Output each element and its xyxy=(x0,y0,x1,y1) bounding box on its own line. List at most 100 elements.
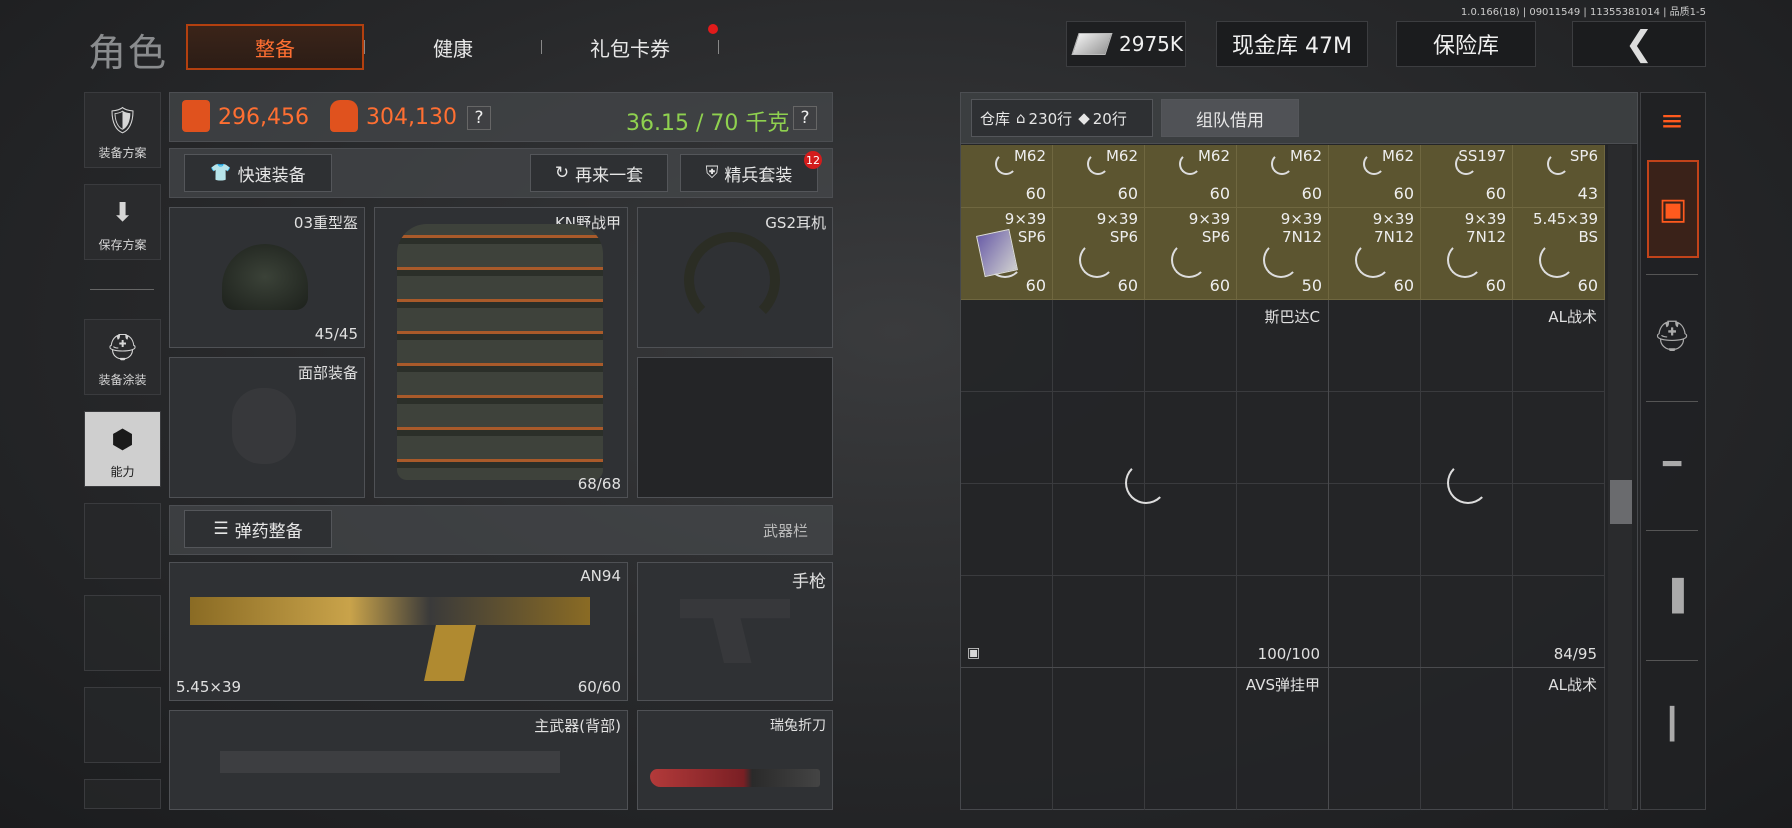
item-cell-al-tactical[interactable]: AL战术 84/95 xyxy=(1329,300,1605,668)
ammo-type: SP6 xyxy=(1017,228,1046,246)
again-button[interactable]: ↻ 再来一套 xyxy=(530,154,668,192)
ability-label: 能力 xyxy=(110,465,135,479)
tab-equip[interactable]: 整备 xyxy=(186,24,364,70)
back-weapon-slot[interactable]: 主武器(背部) xyxy=(169,710,628,810)
ammo-cell[interactable]: SP6 43 xyxy=(1513,145,1605,208)
ammo-caliber: 9×39 xyxy=(1464,210,1506,228)
loadout-plan-button[interactable]: 🛡 装备方案 xyxy=(84,92,161,168)
pistol-slot-name: 手枪 xyxy=(792,572,826,592)
vest-slot[interactable]: KN野战甲 68/68 xyxy=(374,207,628,498)
loading-icon xyxy=(995,153,1017,175)
ammo-cell[interactable]: M62 60 xyxy=(961,145,1053,208)
ammo-cell[interactable]: 9×39 7N12 60 xyxy=(1329,208,1421,300)
item-name: AL战术 xyxy=(1548,676,1597,694)
magazine-icon xyxy=(424,625,476,681)
headset-slot[interactable]: GS2耳机 xyxy=(637,207,833,348)
ammo-cell[interactable]: 9×39 7N12 50 xyxy=(1237,208,1329,300)
gear-paint-button[interactable]: ⛑ 装备涂装 xyxy=(84,319,161,395)
quick-equip-button[interactable]: 👕 快速装备 xyxy=(184,154,332,192)
back-button[interactable]: ❮ xyxy=(1572,21,1706,67)
rifle-filter-icon[interactable]: ━ xyxy=(1646,424,1698,504)
filter-divider xyxy=(1646,274,1698,275)
ammo-type: M62 xyxy=(1105,147,1138,165)
ammo-cell[interactable]: 9×39 SP6 60 xyxy=(1145,208,1237,300)
ammo-cell[interactable]: SS197 60 xyxy=(1421,145,1513,208)
item-cell-avs[interactable]: AVS弹挂甲 xyxy=(961,668,1329,810)
primary-weapon-slot[interactable]: AN94 5.45×39 60/60 xyxy=(169,562,628,701)
weight-help-button[interactable]: ? xyxy=(793,106,817,130)
ammo-cell[interactable]: 9×39 7N12 60 xyxy=(1421,208,1513,300)
ammo-cell[interactable]: 9×39 SP6 60 xyxy=(1053,208,1145,300)
version-info: 1.0.166(18) | 09011549 | 11355381014 | 品… xyxy=(1460,7,1706,18)
knife-icon xyxy=(650,769,820,787)
helmet-filter-icon[interactable]: ⛑ xyxy=(1646,296,1698,376)
loading-icon xyxy=(1271,153,1293,175)
item-cell-spartan[interactable]: 斯巴达C ▣ 100/100 xyxy=(961,300,1329,668)
ammo-type: SP6 xyxy=(1109,228,1138,246)
ammo-count: 50 xyxy=(1301,276,1322,295)
pistol-icon xyxy=(680,599,790,663)
knife-slot[interactable]: 瑞兔折刀 xyxy=(637,710,833,810)
ammo-cell[interactable]: M62 60 xyxy=(1237,145,1329,208)
loading-icon xyxy=(1547,153,1569,175)
ammo-caliber: 9×39 xyxy=(1004,210,1046,228)
filter-divider xyxy=(1646,530,1698,531)
tab-gift-coupons[interactable]: 礼包卡券 xyxy=(541,24,719,70)
ammo-cell[interactable]: M62 60 xyxy=(1145,145,1237,208)
storage-scrollbar-thumb[interactable] xyxy=(1610,480,1632,524)
value-help-button[interactable]: ? xyxy=(467,106,491,130)
ammo-type: M62 xyxy=(1197,147,1230,165)
gas-mask-icon xyxy=(232,388,296,464)
ammo-caliber: 5.45×39 xyxy=(1532,210,1598,228)
ammo-count: 60 xyxy=(1209,184,1230,203)
face-slot[interactable]: 面部装备 xyxy=(169,357,365,498)
ammo-count: 60 xyxy=(1025,184,1046,203)
team-borrow-button[interactable]: 组队借用 xyxy=(1161,99,1299,137)
ammo-count: 60 xyxy=(1485,184,1506,203)
cash-vault-button[interactable]: 现金库 47M xyxy=(1216,21,1368,67)
ammo-prep-button[interactable]: ☰ 弹药整备 xyxy=(184,510,332,548)
loading-icon xyxy=(1363,153,1385,175)
weight-display: 36.15 / 70 千克 xyxy=(626,111,790,136)
loading-icon xyxy=(1087,153,1109,175)
ability-button[interactable]: ⬢ 能力 xyxy=(84,411,161,487)
headset-icon xyxy=(684,232,780,328)
again-label: 再来一套 xyxy=(575,165,644,186)
elite-badge: 12 xyxy=(804,151,822,169)
notification-dot xyxy=(708,24,718,34)
quick-equip-label: 快速装备 xyxy=(237,165,306,186)
ammo-label: 9×39 7N12 xyxy=(1373,210,1414,246)
save-plan-button[interactable]: ⬇ 保存方案 xyxy=(84,184,161,260)
ammo-caliber: 9×39 xyxy=(1372,210,1414,228)
money-display: 2975K xyxy=(1066,21,1186,67)
knife-name: 瑞兔折刀 xyxy=(770,718,826,734)
storage-box-icon[interactable]: ▣ xyxy=(1647,160,1699,258)
back-arrow-icon: ❮ xyxy=(1624,24,1654,64)
item-cell-al-tactical-2[interactable]: AL战术 xyxy=(1329,668,1605,810)
bullet-filter-icon[interactable]: ┃ xyxy=(1646,680,1698,768)
loading-icon xyxy=(1171,242,1207,278)
menu-divider xyxy=(90,289,154,290)
safe-button[interactable]: 保险库 xyxy=(1396,21,1536,67)
save-plan-label: 保存方案 xyxy=(98,238,147,252)
item-name: 斯巴达C xyxy=(1264,308,1320,326)
ammo-cell[interactable]: M62 60 xyxy=(1053,145,1145,208)
ammo-cell[interactable]: 5.45×39 BS 60 xyxy=(1513,208,1605,300)
storage-info[interactable]: 仓库 ⌂ 230行 ◆ 20行 xyxy=(971,99,1153,137)
ammo-caliber: 9×39 xyxy=(1188,210,1230,228)
ammo-label: 9×39 SP6 xyxy=(1097,210,1138,246)
pistol-slot[interactable]: 手枪 xyxy=(637,562,833,701)
tab-health[interactable]: 健康 xyxy=(364,24,542,70)
ammo-count: 60 xyxy=(1393,276,1414,295)
sort-stack-icon[interactable]: ≡ xyxy=(1646,96,1698,144)
storage-scrollbar-track[interactable] xyxy=(1608,145,1632,810)
ammo-cell[interactable]: M62 60 xyxy=(1329,145,1421,208)
loading-icon xyxy=(1539,242,1575,278)
helmet-slot[interactable]: 03重型盔 45/45 xyxy=(169,207,365,348)
magazine-filter-icon[interactable]: ▐ xyxy=(1646,552,1698,640)
bag-value: 304,130 xyxy=(366,105,457,130)
ammo-type: SP6 xyxy=(1569,147,1598,165)
ammo-type: M62 xyxy=(1381,147,1414,165)
elite-set-button[interactable]: ⛨ 精兵套装 xyxy=(680,154,818,192)
item-name: AL战术 xyxy=(1548,308,1597,326)
